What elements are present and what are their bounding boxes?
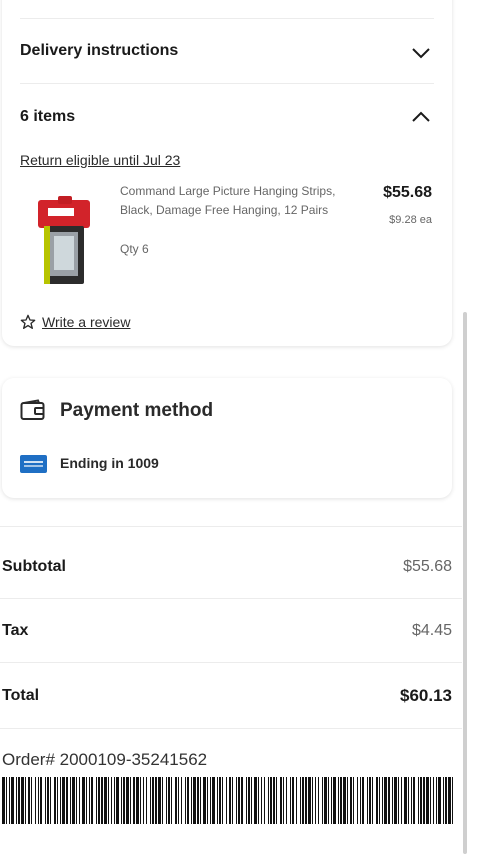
card-ending-text: Ending in 1009 (60, 455, 159, 471)
chevron-down-icon (412, 48, 430, 59)
delivery-instructions-row[interactable]: Delivery instructions (20, 36, 436, 68)
chevron-up-icon (412, 111, 430, 122)
divider (20, 83, 434, 84)
payment-method-title: Payment method (60, 400, 214, 421)
credit-card-icon (20, 455, 47, 473)
tax-value: $4.45 (411, 622, 452, 639)
tax-label: Tax (2, 622, 29, 639)
product-quantity: Qty 6 (120, 242, 149, 256)
delivery-instructions-label: Delivery instructions (20, 42, 179, 59)
total-value: $60.13 (400, 686, 452, 705)
return-eligibility-link[interactable]: Return eligible until Jul 23 (20, 152, 180, 168)
star-outline-icon (20, 314, 36, 329)
write-review-link[interactable]: Write a review (20, 314, 130, 330)
barcode-stripe (452, 777, 453, 824)
divider (20, 18, 434, 19)
divider (0, 728, 462, 729)
product-thumbnail[interactable] (36, 196, 94, 286)
items-count-label: 6 items (20, 108, 76, 125)
divider (0, 662, 462, 663)
product-title[interactable]: Command Large Picture Hanging Strips, Bl… (120, 182, 366, 220)
order-number: Order# 2000109-35241562 (2, 750, 208, 769)
product-unit-price: $9.28 ea (389, 214, 432, 226)
subtotal-value: $55.68 (403, 558, 452, 575)
subtotal-label: Subtotal (2, 558, 66, 575)
order-barcode (2, 777, 453, 824)
scrollbar[interactable] (463, 312, 467, 854)
payment-method-card (2, 378, 452, 498)
items-row[interactable]: 6 items (20, 100, 436, 134)
wallet-icon (20, 399, 45, 420)
divider (0, 526, 462, 527)
total-label: Total (2, 687, 40, 704)
product-price: $55.68 (383, 184, 432, 201)
write-review-label: Write a review (42, 314, 131, 330)
divider (0, 598, 462, 599)
